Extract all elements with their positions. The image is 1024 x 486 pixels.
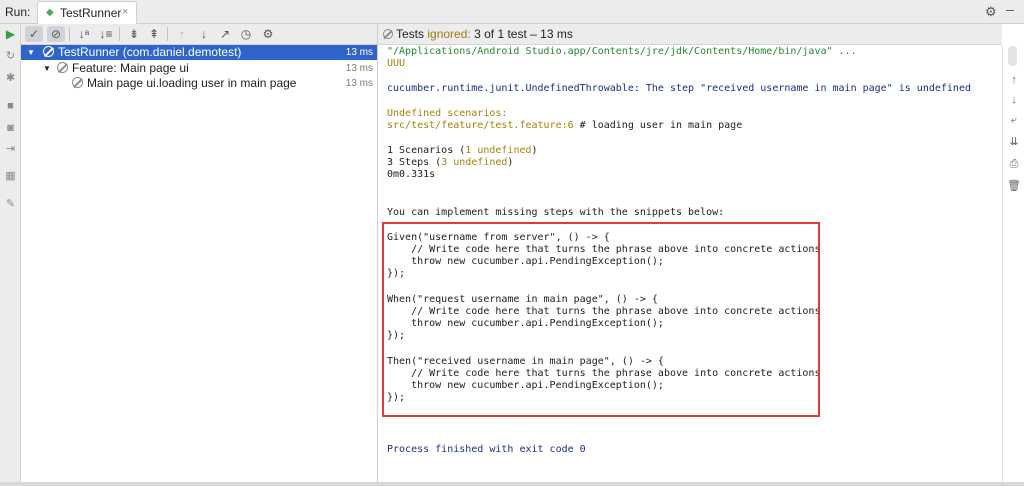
console-uuu: UUU — [387, 58, 406, 69]
tree-row-label: Feature: Main page ui — [72, 61, 189, 75]
print-icon[interactable]: ⎙ — [1007, 157, 1021, 171]
prev-failed-icon[interactable]: ↑ — [173, 26, 191, 42]
toolbar-separator — [119, 27, 120, 41]
status-prefix: Tests — [396, 27, 425, 41]
sort-alpha-icon[interactable]: ↓ᵃ — [75, 26, 93, 42]
ignored-icon — [43, 46, 54, 57]
console-undefined-title: Undefined scenarios: — [387, 108, 508, 119]
rerun-icon[interactable]: ▶ — [4, 28, 17, 41]
camera-icon[interactable]: ◙ — [4, 122, 17, 135]
status-rest: of 1 test – 13 ms — [484, 27, 573, 41]
down-icon[interactable]: ↓ — [1007, 93, 1021, 107]
test-status-header: Tests ignored: 3 of 1 test – 13 ms — [378, 24, 1002, 45]
expand-all-icon[interactable]: ⇟ — [125, 26, 143, 42]
vertical-scrollbar[interactable] — [1008, 46, 1017, 66]
soft-wrap-icon[interactable]: ⤶ — [1007, 113, 1021, 127]
tree-row-scenario[interactable]: Main page ui.loading user in main page 1… — [21, 76, 377, 91]
scroll-to-end-icon[interactable]: ⇊ — [1007, 135, 1021, 149]
ignored-icon — [383, 29, 393, 39]
toolbar-separator — [167, 27, 168, 41]
text: 1 Scenarios ( — [387, 145, 466, 156]
console-feature-link[interactable]: src/test/feature/test.feature:6 — [387, 120, 574, 131]
text: 3 undefined — [441, 157, 508, 168]
next-failed-icon[interactable]: ↓ — [195, 26, 213, 42]
layout-icon[interactable]: ▦ — [4, 170, 17, 183]
stop-icon[interactable]: ■ — [4, 100, 17, 113]
export-icon[interactable]: ↗ — [216, 26, 234, 42]
tree-row-label: TestRunner (com.daniel.demotest) — [58, 45, 242, 59]
bottom-border — [0, 482, 1024, 486]
android-run-icon: ◆ — [46, 7, 54, 18]
console-steps-line: 3 Steps (3 undefined) — [387, 157, 513, 169]
debug-icon[interactable]: ✱ — [4, 72, 17, 85]
minimize-icon[interactable]: – — [1006, 1, 1014, 17]
test-status-text: Tests ignored: 3 of 1 test – 13 ms — [396, 27, 573, 41]
console-time-line: 0m0.331s — [387, 169, 436, 180]
show-passed-icon[interactable]: ✓ — [25, 26, 43, 42]
test-tree: ▼ TestRunner (com.daniel.demotest) 13 ms… — [21, 45, 377, 486]
console-error-line: cucumber.runtime.junit.UndefinedThrowabl… — [387, 83, 971, 94]
console-undefined-line: src/test/feature/test.feature:6 # loadin… — [387, 120, 742, 132]
console-scenarios-line: 1 Scenarios (1 undefined) — [387, 145, 538, 157]
test-tree-toolbar: ✓ ⊘ ↓ᵃ ↓≡ ⇟ ⇞ ↑ ↓ ↗ ◷ ⚙ — [21, 24, 377, 45]
annotation-highlight-box — [382, 222, 820, 417]
console-comment: # loading user in main page — [573, 120, 743, 131]
history-icon[interactable]: ◷ — [237, 26, 255, 42]
trash-icon[interactable]: 🗑 — [1007, 179, 1021, 193]
tree-row-feature[interactable]: ▼ Feature: Main page ui 13 ms — [21, 61, 377, 76]
collapse-arrow-icon[interactable]: ▼ — [27, 45, 35, 60]
status-count: 3 — [474, 27, 481, 41]
tree-row-time: 13 ms — [345, 47, 373, 58]
left-toolbar: ▶ ↻ ✱ ■ ◙ ⇥ ▦ ✎ — [0, 24, 21, 486]
settings-icon[interactable]: ⚙ — [259, 26, 277, 42]
close-icon[interactable]: × — [122, 6, 128, 18]
tree-row-time: 13 ms — [345, 78, 373, 89]
toolbar-separator — [69, 27, 70, 41]
text: ) — [531, 145, 538, 156]
run-label: Run: — [5, 5, 31, 19]
up-icon[interactable]: ↑ — [1007, 73, 1021, 87]
tree-row-label: Main page ui.loading user in main page — [87, 76, 297, 90]
tab-testrunner[interactable]: ◆ TestRunner × — [37, 1, 137, 24]
console-snippets-intro: You can implement missing steps with the… — [387, 207, 725, 218]
collapse-arrow-icon[interactable]: ▼ — [43, 61, 51, 76]
tree-row-testrunner[interactable]: ▼ TestRunner (com.daniel.demotest) 13 ms — [21, 45, 377, 60]
rerun-failed-icon[interactable]: ↻ — [4, 50, 17, 63]
console-command-line: "/Applications/Android Studio.app/Conten… — [387, 46, 857, 57]
text: 3 Steps ( — [387, 157, 442, 168]
status-ignored-label: ignored: — [427, 27, 471, 41]
show-ignored-icon[interactable]: ⊘ — [47, 26, 65, 42]
sort-duration-icon[interactable]: ↓≡ — [97, 26, 115, 42]
tree-row-time: 13 ms — [345, 63, 373, 74]
collapse-all-icon[interactable]: ⇞ — [145, 26, 163, 42]
console-exit-line: Process finished with exit code 0 — [387, 444, 586, 455]
gear-icon[interactable]: ⚙ — [985, 4, 997, 20]
ignored-icon — [72, 77, 83, 88]
tab-label: TestRunner — [60, 6, 122, 20]
console-toolbar: ↑ ↓ ⤶ ⇊ ⎙ 🗑 — [1002, 45, 1024, 486]
pin-icon[interactable]: ✎ — [4, 198, 17, 211]
text: ) — [507, 157, 514, 168]
exit-icon[interactable]: ⇥ — [4, 143, 17, 156]
text: 1 undefined — [465, 145, 532, 156]
run-toolwindow-header: Run: ◆ TestRunner × ⚙ – — [0, 0, 1024, 24]
ignored-icon — [57, 62, 68, 73]
